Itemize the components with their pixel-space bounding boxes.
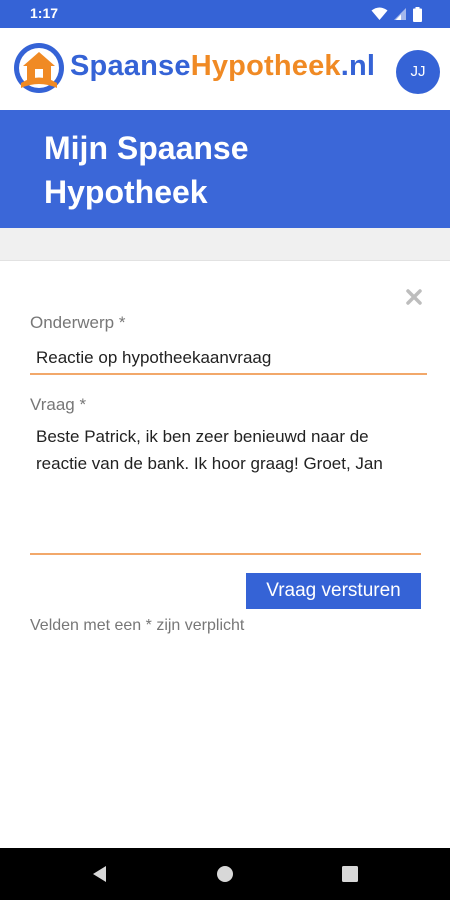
brand-part-3: .nl [340, 50, 376, 82]
home-icon[interactable] [213, 862, 237, 886]
brand-part-1: Spaanse [70, 50, 191, 82]
status-time: 1:17 [30, 5, 59, 21]
required-fields-note: Velden met een * zijn verplicht [30, 617, 245, 634]
house-logo-icon[interactable] [13, 42, 65, 94]
signal-icon [394, 8, 406, 20]
wifi-icon [371, 7, 388, 20]
battery-icon [413, 6, 422, 22]
brand-part-2: Hypotheek [190, 50, 341, 82]
question-form: Onderwerp * Vraag * Beste Patrick, ik be… [0, 261, 450, 848]
submit-question-button[interactable]: Vraag versturen [246, 573, 421, 609]
avatar[interactable]: JJ [396, 50, 440, 94]
subject-input[interactable] [30, 342, 427, 375]
back-icon[interactable] [88, 862, 112, 886]
close-icon[interactable] [404, 287, 424, 307]
section-divider [0, 228, 450, 261]
status-bar: 1:17 [0, 0, 450, 28]
title-band: Mijn Spaanse Hypotheek [0, 110, 450, 228]
status-icons [371, 6, 422, 22]
brand-name[interactable]: SpaanseHypotheek.nl [70, 50, 375, 83]
subject-label: Onderwerp * [30, 313, 126, 332]
system-nav-bar [0, 848, 450, 900]
recents-icon[interactable] [338, 862, 362, 886]
app-header: SpaanseHypotheek.nl JJ [0, 28, 450, 110]
question-textarea[interactable]: Beste Patrick, ik ben zeer benieuwd naar… [30, 423, 421, 555]
question-label: Vraag * [30, 395, 87, 414]
page-title: Mijn Spaanse Hypotheek [44, 130, 249, 210]
